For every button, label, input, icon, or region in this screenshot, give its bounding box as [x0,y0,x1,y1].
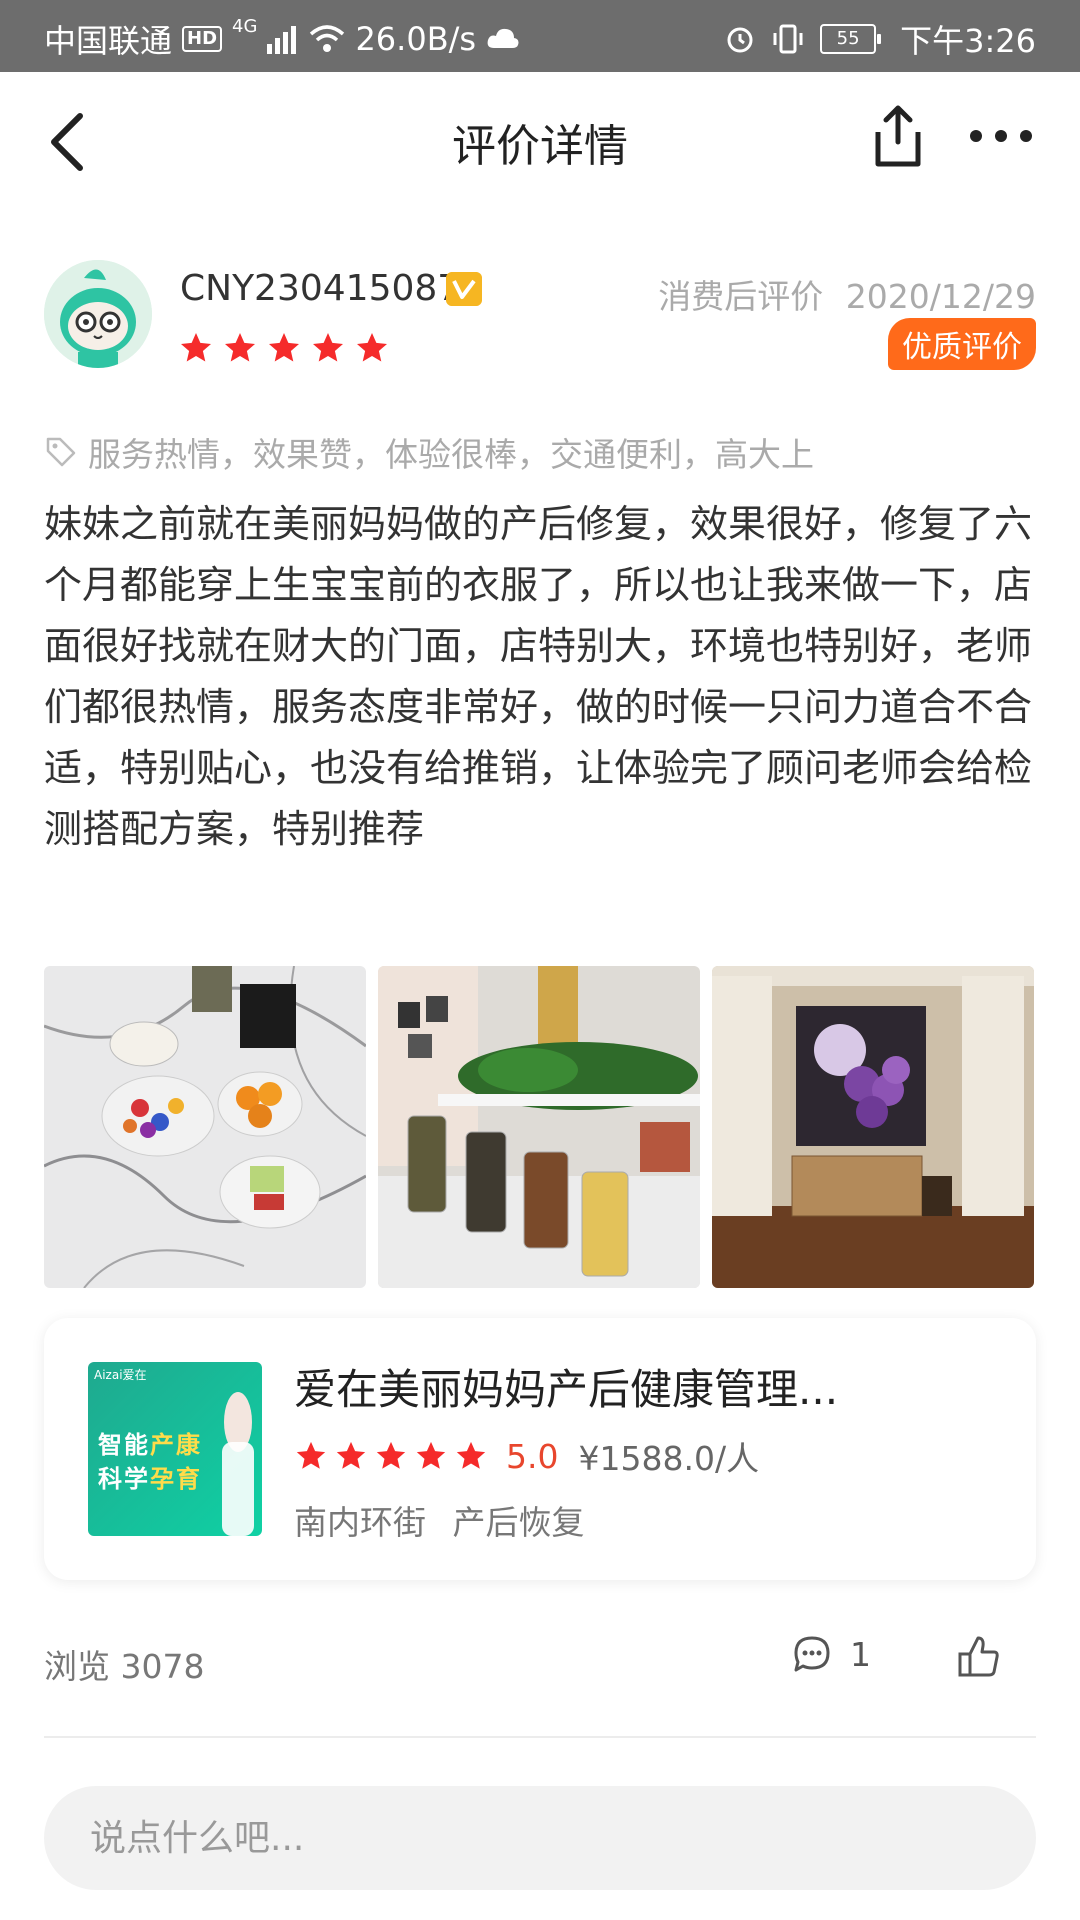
wifi-icon [310,25,345,52]
divider [44,1736,1036,1738]
review-header: CNY230415087 消费后评价 2020/12/29 优质评价 [44,260,1036,380]
views-label: 浏览 [44,1647,110,1686]
shop-area: 南内环街 [294,1503,426,1542]
rating-stars [178,330,390,366]
username[interactable]: CNY230415087 [180,268,460,309]
star-icon [181,333,211,362]
comment-input[interactable] [44,1786,990,1890]
shop-rating: 5.0 ¥1588.0/人 [294,1432,759,1480]
comment-input-box[interactable] [44,1786,1036,1890]
battery-indicator: 55 [820,24,882,54]
tags-text: 服务热情，效果赞，体验很棒，交通便利，高大上 [88,435,814,474]
star-icon [376,1441,406,1469]
cloud-icon [487,28,519,48]
alarm-icon [727,27,753,53]
shop-category: 产后恢复 [452,1503,585,1542]
hd-badge: HD [182,26,223,52]
comment-button[interactable]: 1 [792,1634,871,1674]
thumb-line2-a: 科学 [98,1465,150,1493]
star-icon [313,333,343,362]
review-tags: 服务热情，效果赞，体验很棒，交通便利，高大上 [44,428,1036,476]
review-meta: 消费后评价 2020/12/29 [658,270,1036,318]
clock: 下午3:26 [900,22,1036,60]
star-icon [456,1441,486,1469]
photo-table-snacks [44,966,366,1288]
review-photo[interactable] [44,966,366,1288]
star-icon [357,333,387,362]
star-icon [416,1441,446,1469]
shop-card[interactable]: Aizai爱在 智能产康 科学孕育 爱在美丽妈妈产后健康管理... 5.0 ¥1… [44,1318,1036,1580]
avatar[interactable] [44,260,152,368]
status-bar: 中国联通 HD 4G 26.0B/s 55 下午3:26 [0,0,1080,72]
vibrate-icon [773,24,803,54]
signal-icon [267,26,297,54]
review-photos [44,966,1036,1288]
shop-name[interactable]: 爱在美丽妈妈产后健康管理... [294,1356,838,1417]
vip-level-badge-icon [446,272,482,306]
review-photo[interactable] [712,966,1034,1288]
carrier-label: 中国联通 [44,22,173,60]
review-content: 妹妹之前就在美丽妈妈做的产后修复，效果很好，修复了六个月都能穿上生宝宝前的衣服了… [44,502,1033,851]
shop-price: ¥1588.0/人 [578,1439,760,1478]
more-icon[interactable] [966,116,1036,156]
photo-counter-jars [378,966,700,1288]
quality-review-badge: 优质评价 [888,318,1036,370]
nav-bar: 评价详情 [0,72,1080,208]
review-date: 2020/12/29 [845,277,1036,316]
tag-icon [46,437,76,467]
thumb-line1-b: 产康 [150,1431,202,1459]
network-speed: 26.0B/s [355,20,477,58]
star-icon [336,1441,366,1469]
shop-score: 5.0 [506,1436,559,1476]
star-icon [269,333,299,362]
thumbs-up-icon[interactable] [956,1634,1002,1680]
comment-count: 1 [850,1634,871,1674]
review-photo[interactable] [378,966,700,1288]
share-icon[interactable] [868,102,928,172]
stats-row: 浏览 3078 1 [44,1632,1036,1692]
comment-icon [794,1636,830,1672]
photo-treatment-room [712,966,1034,1288]
views-value: 3078 [120,1647,205,1686]
network-type: 4G [232,16,258,37]
shop-location: 南内环街 产后恢复 [294,1496,585,1544]
star-icon [225,333,255,362]
consume-label: 消费后评价 [658,277,824,316]
thumb-slogan: 智能产康 科学孕育 [98,1428,202,1496]
view-count: 浏览 3078 [44,1640,204,1688]
avatar-mascot-icon [44,260,152,368]
star-icon [296,1441,326,1469]
thumb-line1-a: 智能 [98,1431,150,1459]
shop-thumbnail: Aizai爱在 智能产康 科学孕育 [88,1362,262,1536]
thumb-line2-b: 孕育 [150,1465,202,1493]
